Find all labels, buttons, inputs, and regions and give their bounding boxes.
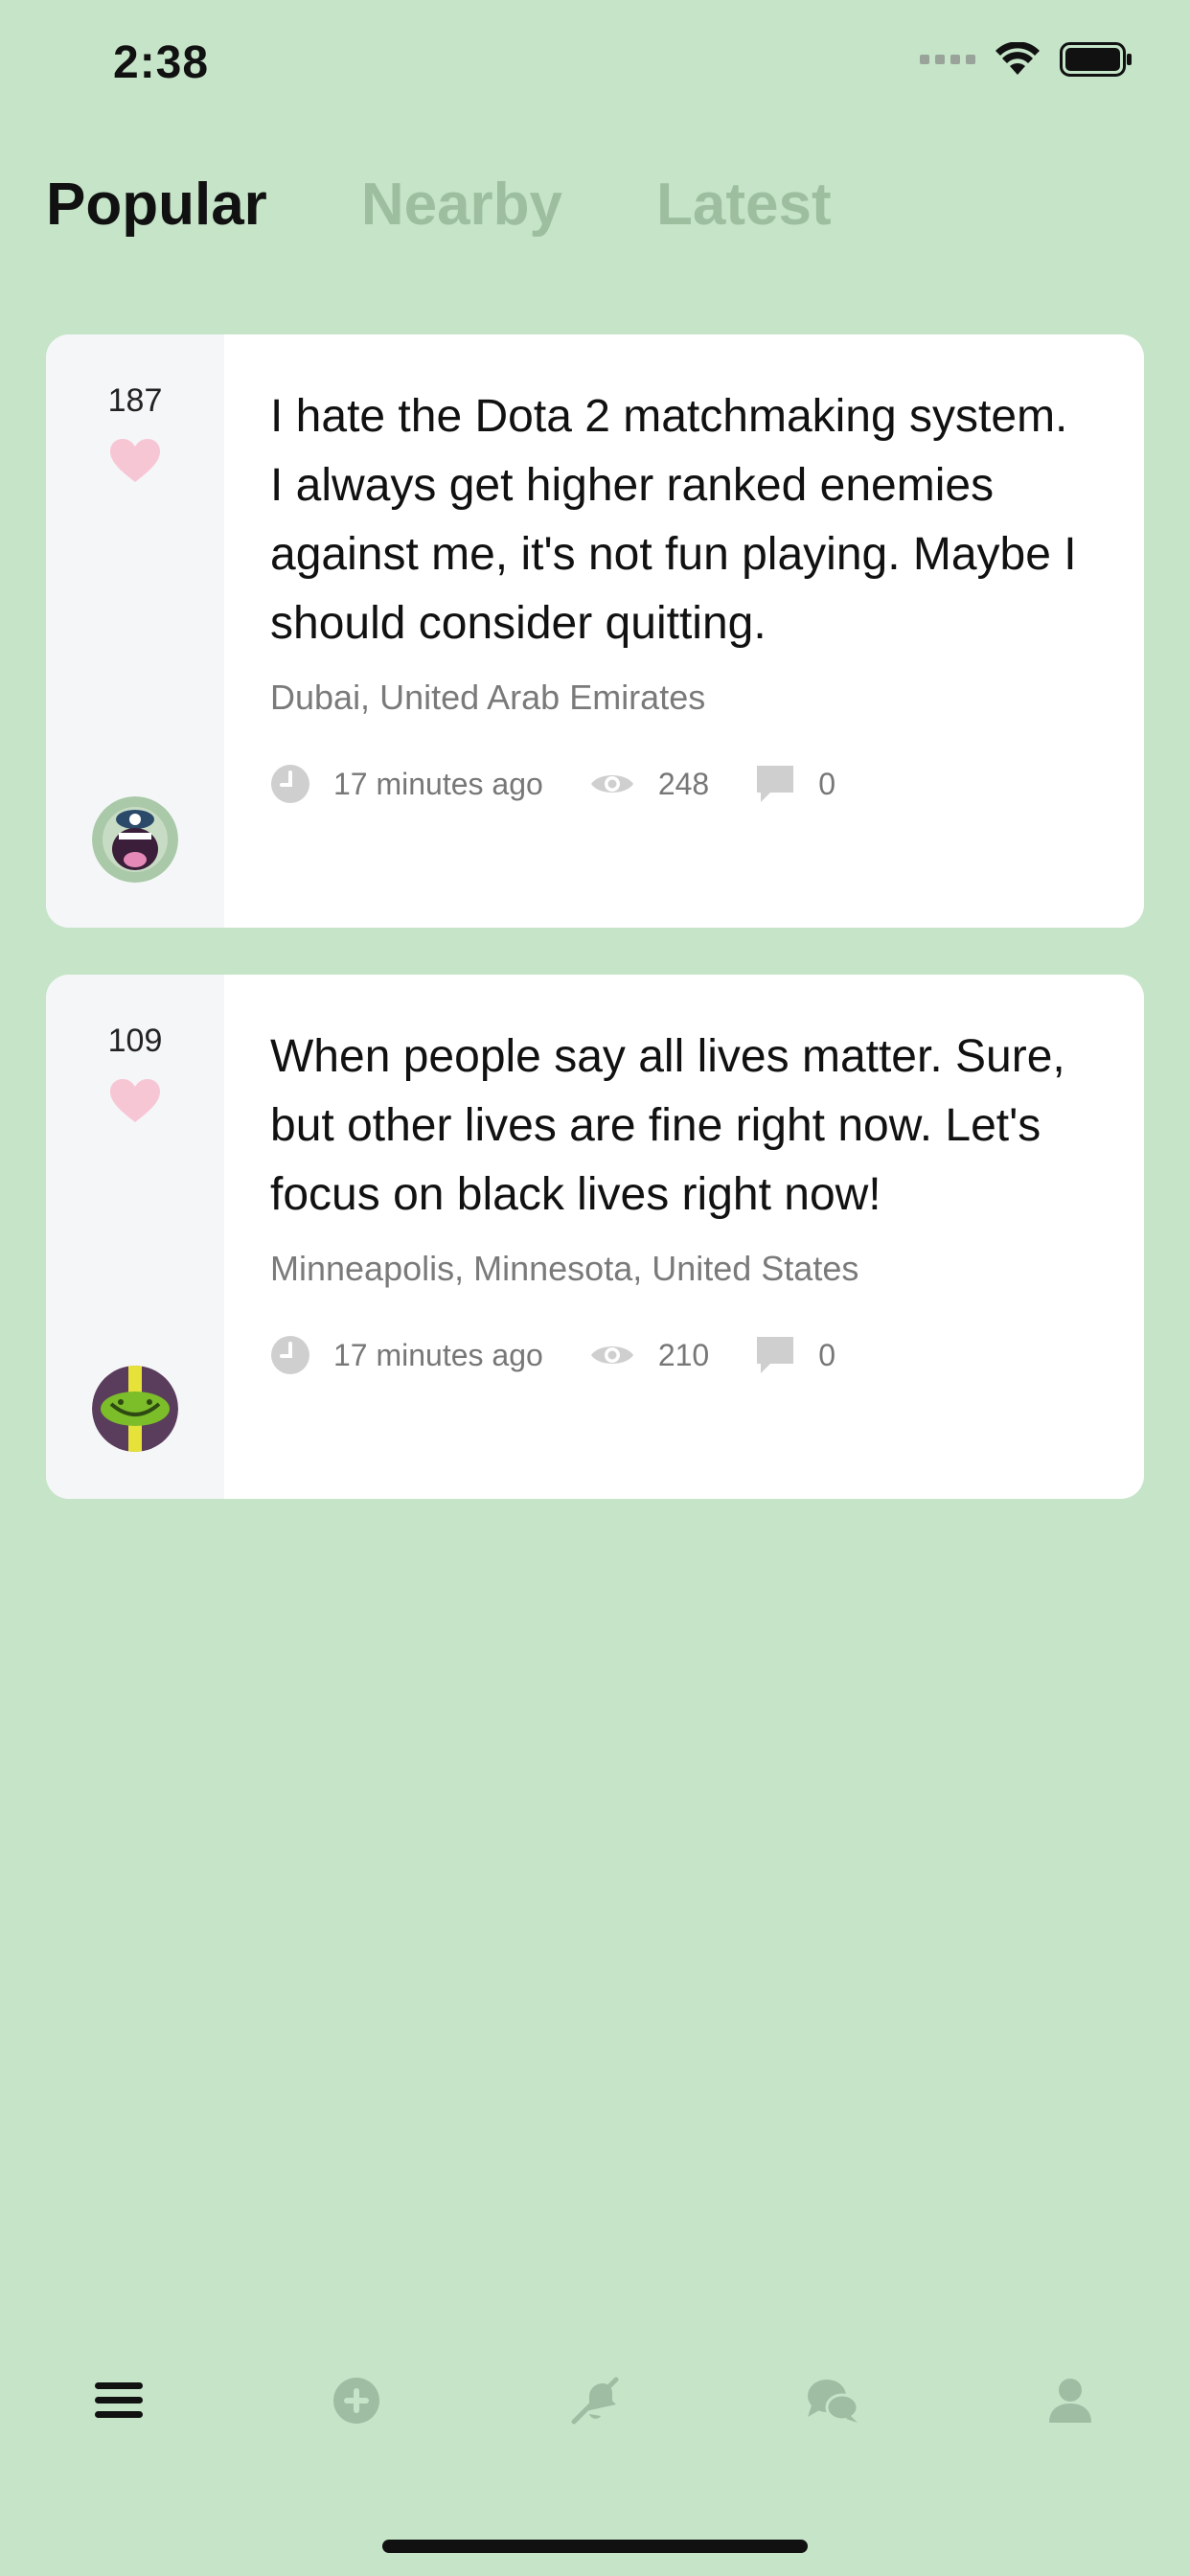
nav-messages[interactable] (790, 2358, 876, 2444)
post-time-text: 17 minutes ago (333, 1337, 543, 1372)
post-meta: 17 minutes ago 210 0 (270, 1335, 1077, 1375)
comment-icon (757, 1337, 794, 1373)
nav-profile[interactable] (1027, 2358, 1113, 2444)
post-views-count: 248 (657, 766, 710, 801)
post-sidebar: 109 (46, 975, 224, 1499)
likes-count: 187 (107, 382, 163, 419)
status-icons (920, 42, 1133, 77)
tab-popular[interactable]: Popular (46, 171, 267, 239)
profile-icon (1049, 2379, 1091, 2423)
avatar[interactable] (92, 1366, 178, 1452)
battery-icon (1060, 42, 1132, 77)
avatar[interactable] (92, 796, 178, 883)
add-circle-icon (333, 2378, 379, 2424)
bottom-nav (0, 2358, 1190, 2444)
post-sidebar: 187 (46, 334, 224, 928)
clock-icon (271, 765, 309, 803)
post-views: 210 (589, 1338, 709, 1373)
post-comments[interactable]: 0 (755, 764, 835, 804)
wifi-icon (995, 42, 1040, 75)
notifications-off-icon (571, 2377, 619, 2425)
tab-nearby[interactable]: Nearby (361, 171, 562, 239)
eye-icon (590, 1346, 633, 1364)
menu-icon (95, 2382, 143, 2418)
post-location: Dubai, United Arab Emirates (270, 678, 706, 717)
clock-icon (271, 1336, 309, 1374)
tab-latest[interactable]: Latest (656, 171, 832, 239)
nav-notifications[interactable] (552, 2358, 638, 2444)
post-card[interactable]: 187 I hate the Dota 2 matchmaking system… (46, 334, 1144, 928)
heart-icon[interactable] (109, 1078, 161, 1124)
cellular-signal-icon (920, 55, 975, 64)
screaming-monster-icon (92, 796, 178, 883)
post-time-text: 17 minutes ago (333, 766, 543, 801)
post-text: I hate the Dota 2 matchmaking system. I … (270, 391, 1077, 649)
post-time: 17 minutes ago (270, 764, 543, 804)
post-comments[interactable]: 0 (755, 1335, 835, 1375)
feed-tabs: Popular Nearby Latest (46, 171, 832, 239)
status-time: 2:38 (113, 37, 210, 88)
post-views: 248 (589, 767, 709, 802)
post-meta: 17 minutes ago 248 0 (270, 764, 1077, 804)
status-bar: 2:38 (0, 0, 1190, 134)
chat-bubbles-icon (808, 2380, 859, 2423)
post-comments-count: 0 (818, 1337, 835, 1372)
post-text: When people say all lives matter. Sure, … (270, 1031, 1065, 1220)
post-comments-count: 0 (818, 766, 835, 801)
post-views-count: 210 (657, 1337, 710, 1372)
post-location: Minneapolis, Minnesota, United States (270, 1249, 859, 1288)
home-indicator[interactable] (382, 2540, 808, 2553)
post-card[interactable]: 109 When people say all lives matter. Su… (46, 975, 1144, 1499)
post-body: I hate the Dota 2 matchmaking system. I … (270, 382, 1077, 804)
pickle-face-icon (92, 1366, 178, 1452)
comment-icon (757, 766, 794, 802)
nav-create[interactable] (313, 2358, 400, 2444)
eye-icon (590, 775, 633, 793)
likes-count: 109 (107, 1023, 163, 1059)
heart-icon[interactable] (109, 438, 161, 484)
nav-feed[interactable] (76, 2358, 162, 2444)
post-time: 17 minutes ago (270, 1335, 543, 1375)
post-body: When people say all lives matter. Sure, … (270, 1023, 1077, 1375)
